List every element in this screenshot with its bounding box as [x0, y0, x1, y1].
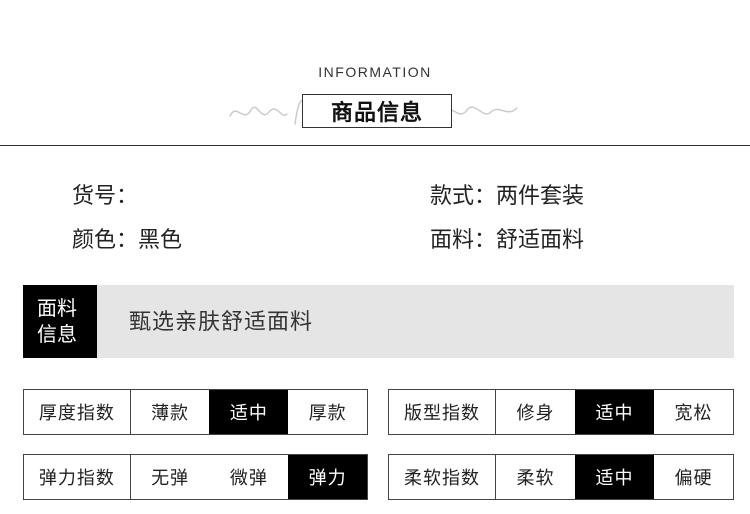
scale-thickness: 厚度指数 薄款 适中 厚款 [23, 389, 368, 435]
scale-softness: 柔软指数 柔软 适中 偏硬 [388, 454, 734, 500]
scale-thickness-option: 薄款 [151, 403, 190, 424]
field-fabric: 面料：舒适面料 [430, 222, 584, 254]
scale-thickness-option: 适中 [209, 390, 289, 434]
scale-elasticity-name: 弹力指数 [24, 455, 131, 499]
header-divider [0, 145, 750, 146]
field-fabric-label: 面料： [430, 228, 497, 253]
fabric-info-label-line1: 面料 [37, 296, 77, 320]
field-color-label: 颜色： [72, 228, 139, 253]
fabric-info-label-line2: 信息 [37, 322, 77, 346]
scale-elasticity-option: 无弹 [151, 468, 190, 489]
field-color-value: 黑色 [138, 228, 183, 253]
section-title-box: 商品信息 [302, 94, 452, 128]
scale-elasticity-option: 微弹 [229, 468, 268, 489]
scale-softness-name: 柔软指数 [389, 455, 496, 499]
field-style-value: 两件套装 [496, 184, 585, 209]
scale-softness-option: 适中 [575, 455, 654, 499]
scale-elasticity: 弹力指数 无弹 微弹 弹力 [23, 454, 368, 500]
fabric-info-band: 面料 信息 甄选亲肤舒适面料 [23, 285, 734, 358]
field-style: 款式：两件套装 [430, 178, 584, 210]
scale-fit-name: 版型指数 [389, 390, 496, 434]
fabric-info-text: 甄选亲肤舒适面料 [129, 310, 314, 335]
scale-softness-option: 偏硬 [674, 468, 713, 489]
field-color: 颜色：黑色 [72, 222, 182, 254]
scale-fit-option: 宽松 [674, 403, 713, 424]
section-subtitle-english: INFORMATION [318, 64, 432, 80]
section-title: 商品信息 [330, 101, 423, 126]
scale-fit-option: 修身 [516, 403, 555, 424]
fabric-info-label: 面料 信息 [23, 285, 97, 358]
field-item-number: 货号： [72, 178, 138, 210]
scale-fit: 版型指数 修身 适中 宽松 [388, 389, 734, 435]
field-style-label: 款式： [430, 184, 497, 209]
field-fabric-value: 舒适面料 [496, 228, 585, 253]
scale-softness-option: 柔软 [516, 468, 555, 489]
scale-thickness-name: 厚度指数 [24, 390, 131, 434]
scale-fit-option: 适中 [575, 390, 654, 434]
scale-thickness-option: 厚款 [308, 403, 347, 424]
scale-elasticity-option: 弹力 [288, 455, 367, 499]
field-item-number-label: 货号： [72, 184, 139, 209]
